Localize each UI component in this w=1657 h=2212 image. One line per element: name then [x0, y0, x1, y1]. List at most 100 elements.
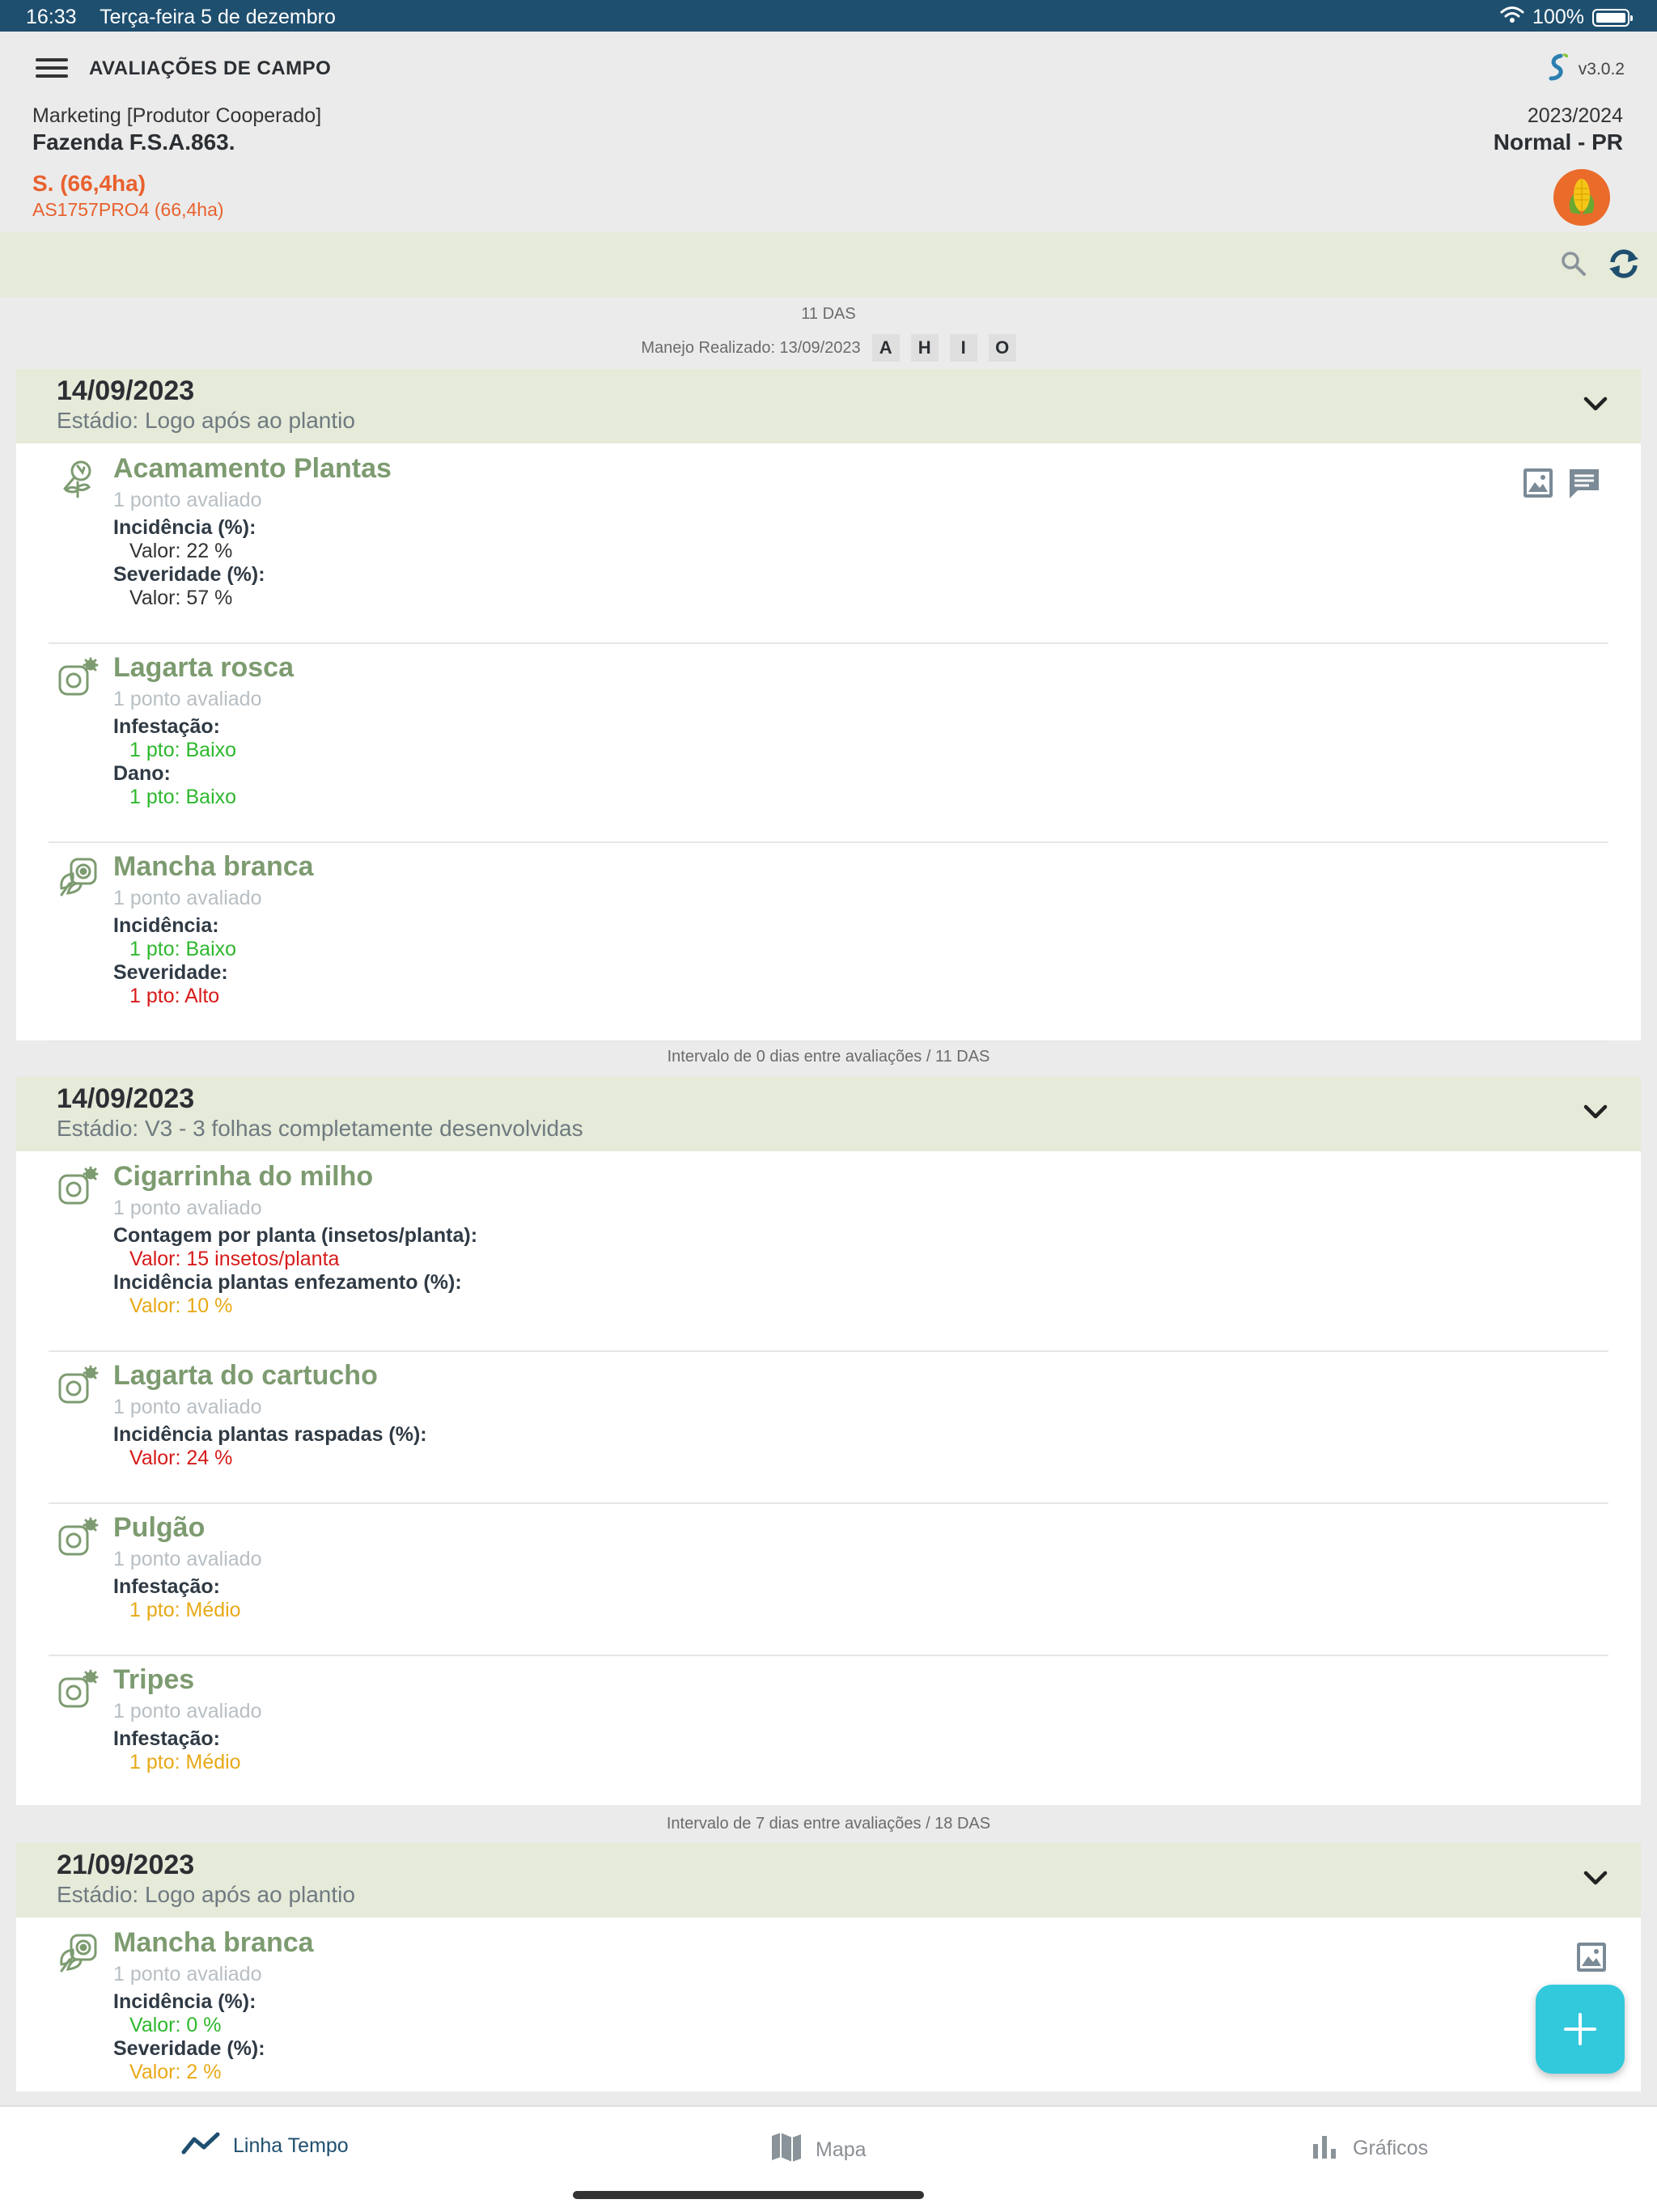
attribute-value: 1 pto: Baixo — [129, 938, 237, 960]
group-stage: Estádio: Logo após ao plantio — [57, 1882, 355, 1907]
attribute-value: Valor: 24 % — [129, 1447, 233, 1469]
evaluation-card[interactable]: Mancha branca 1 ponto avaliado Incidênci… — [49, 1917, 1608, 2091]
attribute-label: Incidência (%): — [113, 1990, 256, 2013]
tab-label: Mapa — [816, 2138, 867, 2161]
attribute-label: Infestação: — [113, 1727, 220, 1750]
evaluation-card[interactable]: Lagarta do cartucho 1 ponto avaliado Inc… — [49, 1350, 1608, 1504]
plant-lodging-icon — [57, 458, 99, 500]
attribute-value: Valor: 57 % — [129, 587, 233, 609]
pest-trap-icon — [57, 1517, 99, 1559]
attribute-value: 1 pto: Baixo — [129, 739, 237, 761]
evaluation-group-body: Acamamento Plantas 1 ponto avaliado Inci… — [16, 443, 1641, 1042]
tab-label: Gráficos — [1353, 2137, 1429, 2159]
tab-linha-tempo[interactable]: Linha Tempo — [181, 2131, 349, 2161]
battery-icon — [1592, 8, 1633, 27]
plus-icon — [1564, 2013, 1596, 2045]
tab-graficos[interactable]: Gráficos — [1311, 2131, 1428, 2166]
evaluation-group-header[interactable]: 21/09/2023 Estádio: Logo após ao plantio — [16, 1843, 1641, 1917]
field-name: S. (66,4ha) — [32, 171, 146, 196]
image-icon[interactable] — [1574, 1940, 1608, 1978]
app-header: AVALIAÇÕES DE CAMPO v3.0.2 Marketing [Pr… — [0, 32, 1657, 232]
group-stage: Estádio: Logo após ao plantio — [57, 408, 355, 433]
evaluation-card[interactable]: Cigarrinha do milho 1 ponto avaliado Con… — [49, 1151, 1608, 1352]
manejo-row: Manejo Realizado: 13/09/2023 A H I O — [0, 334, 1657, 362]
attribute-label: Severidade (%): — [113, 2037, 265, 2060]
producer-label: Marketing [Produtor Cooperado] — [32, 104, 322, 127]
attribute-value: Valor: 0 % — [129, 2014, 222, 2036]
status-time: 16:33 — [26, 6, 77, 28]
timeline-icon — [181, 2131, 220, 2161]
attribute-value: 1 pto: Alto — [129, 985, 220, 1007]
leaf-disease-icon — [57, 1932, 99, 1974]
evaluation-group-header[interactable]: 14/09/2023 Estádio: Logo após ao plantio — [16, 369, 1641, 443]
harvest-label: Normal - PR — [1493, 129, 1623, 155]
attribute-label: Incidência: — [113, 914, 219, 937]
manejo-badge-a[interactable]: A — [871, 334, 900, 362]
evaluation-card[interactable]: Lagarta rosca 1 ponto avaliado Infestaçã… — [49, 642, 1608, 843]
attribute-label: Severidade: — [113, 961, 228, 984]
interval-label: Intervalo de 7 dias entre avaliações / 1… — [666, 1815, 991, 1833]
evaluation-group-header[interactable]: 14/09/2023 Estádio: V3 - 3 folhas comple… — [16, 1077, 1641, 1151]
chevron-down-icon[interactable] — [1583, 395, 1608, 417]
card-points: 1 ponto avaliado — [113, 489, 262, 511]
map-icon — [770, 2131, 803, 2169]
comment-icon[interactable] — [1566, 466, 1602, 504]
chevron-down-icon[interactable] — [1583, 1103, 1608, 1125]
card-points: 1 ponto avaliado — [113, 1700, 262, 1723]
variety-label: AS1757PRO4 (66,4ha) — [32, 199, 224, 220]
tab-label: Linha Tempo — [233, 2134, 349, 2157]
home-indicator[interactable] — [573, 2191, 924, 2199]
evaluation-group-body: Cigarrinha do milho 1 ponto avaliado Con… — [16, 1151, 1641, 1805]
brand-logo-icon — [1541, 51, 1574, 87]
image-icon[interactable] — [1521, 466, 1555, 504]
attribute-value: 1 pto: Médio — [129, 1599, 241, 1621]
attribute-label: Incidência (%): — [113, 516, 256, 539]
card-points: 1 ponto avaliado — [113, 887, 262, 909]
card-points: 1 ponto avaliado — [113, 1963, 262, 1985]
menu-icon[interactable] — [36, 56, 68, 80]
tab-mapa[interactable]: Mapa — [770, 2131, 867, 2169]
attribute-label: Dano: — [113, 762, 171, 785]
search-icon[interactable] — [1559, 249, 1588, 282]
wifi-icon — [1500, 6, 1524, 29]
card-title: Lagarta do cartucho — [113, 1360, 378, 1391]
card-points: 1 ponto avaliado — [113, 1396, 262, 1418]
attribute-value: Valor: 2 % — [129, 2061, 222, 2083]
evaluation-card[interactable]: Acamamento Plantas 1 ponto avaliado Inci… — [49, 443, 1608, 644]
toolbar — [0, 232, 1657, 297]
brand: v3.0.2 — [1541, 51, 1625, 87]
manejo-badge-h[interactable]: H — [910, 334, 939, 362]
page-title: AVALIAÇÕES DE CAMPO — [89, 57, 332, 79]
attribute-label: Contagem por planta (insetos/planta): — [113, 1224, 478, 1247]
attribute-value: 1 pto: Médio — [129, 1751, 241, 1773]
card-title: Tripes — [113, 1664, 195, 1695]
manejo-badge-o[interactable]: O — [988, 334, 1016, 362]
add-evaluation-button[interactable] — [1536, 1985, 1625, 2074]
pest-trap-icon — [57, 1669, 99, 1711]
refresh-icon[interactable] — [1606, 246, 1642, 286]
evaluation-card[interactable]: Pulgão 1 ponto avaliado Infestação: 1 pt… — [49, 1502, 1608, 1656]
attribute-value: Valor: 22 % — [129, 540, 233, 562]
attribute-value: Valor: 10 % — [129, 1295, 233, 1317]
attribute-label: Incidência plantas raspadas (%): — [113, 1423, 427, 1446]
manejo-badge-i[interactable]: I — [949, 334, 977, 362]
chevron-down-icon[interactable] — [1583, 1869, 1608, 1891]
pest-trap-icon — [57, 1166, 99, 1208]
card-points: 1 ponto avaliado — [113, 688, 262, 710]
status-date: Terça-feira 5 de dezembro — [100, 6, 336, 28]
timeline-content[interactable]: 11 DAS Manejo Realizado: 13/09/2023 A H … — [0, 297, 1657, 2105]
manejo-label: Manejo Realizado: 13/09/2023 — [641, 338, 861, 357]
card-title: Lagarta rosca — [113, 652, 294, 683]
group-date: 21/09/2023 — [57, 1850, 195, 1880]
group-date: 14/09/2023 — [57, 1083, 195, 1114]
farm-name: Fazenda F.S.A.863. — [32, 129, 235, 155]
group-date: 14/09/2023 — [57, 375, 195, 406]
card-points: 1 ponto avaliado — [113, 1197, 262, 1219]
evaluation-card[interactable]: Mancha branca 1 ponto avaliado Incidênci… — [49, 841, 1608, 1042]
attribute-label: Incidência plantas enfezamento (%): — [113, 1271, 462, 1294]
evaluation-card[interactable]: Tripes 1 ponto avaliado Infestação: 1 pt… — [49, 1655, 1608, 1805]
card-actions — [1521, 466, 1602, 504]
evaluation-group-body: Mancha branca 1 ponto avaliado Incidênci… — [16, 1917, 1641, 2091]
card-points: 1 ponto avaliado — [113, 1548, 262, 1570]
bottom-navigation: Linha Tempo Mapa Gráficos — [0, 2105, 1657, 2212]
